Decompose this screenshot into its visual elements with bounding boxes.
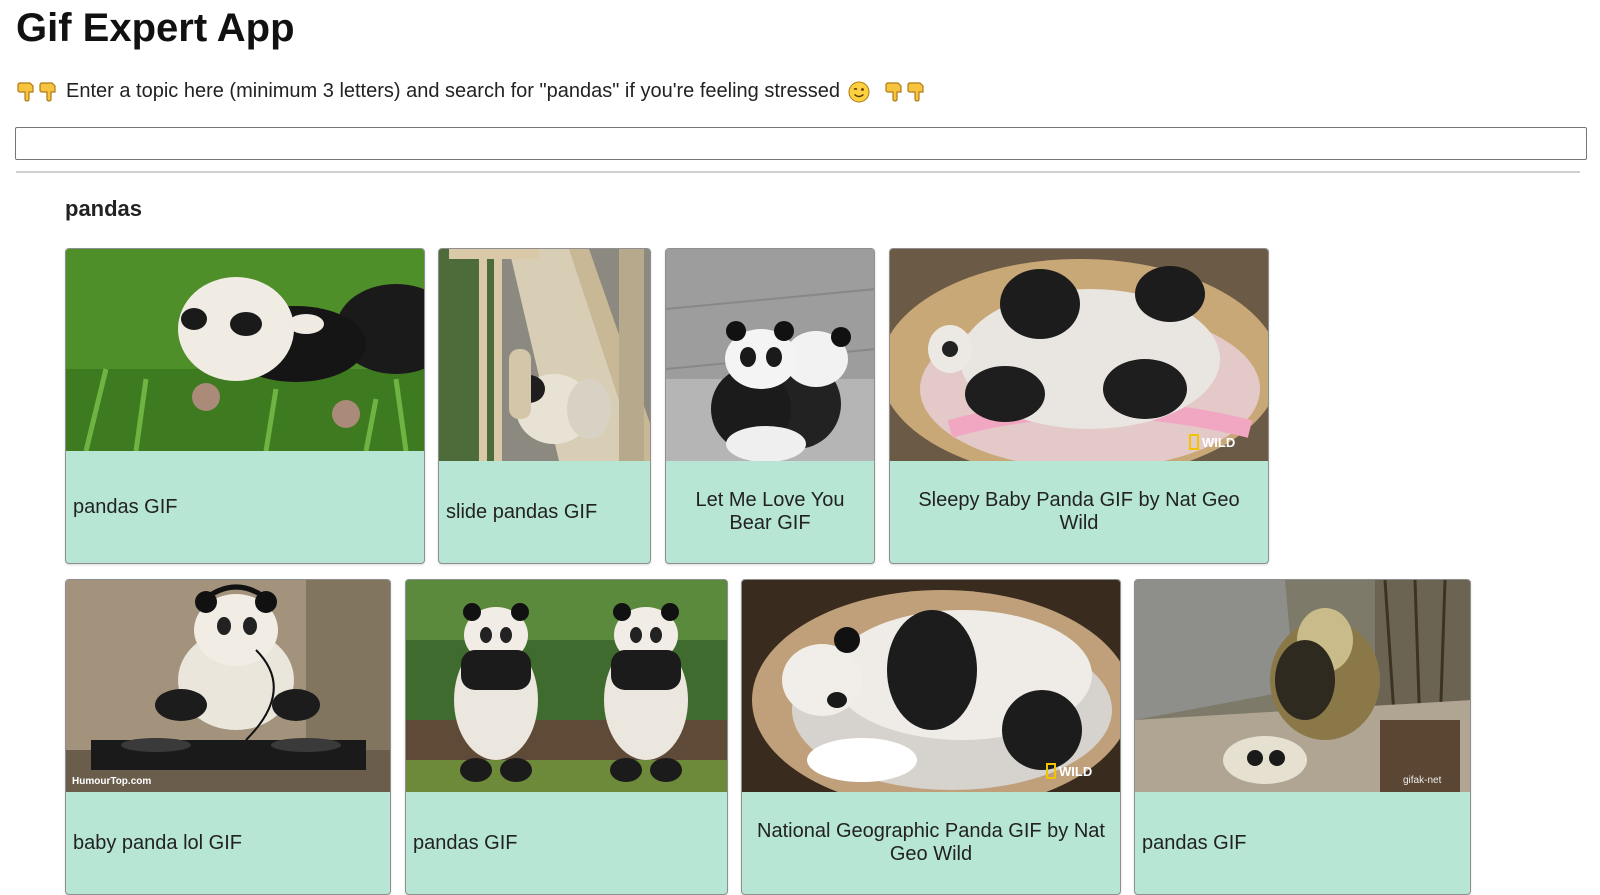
pointing-down-icon [907,81,924,102]
gif-card[interactable]: WILD National Geographic Panda GIF by Na… [741,579,1121,895]
gif-title: slide pandas GIF [446,500,598,523]
gif-image [439,249,650,461]
winking-face-icon [848,81,870,102]
gif-card[interactable]: pandas GIF [405,579,728,895]
gif-image [66,249,424,451]
gif-card[interactable]: pandas GIF [65,248,425,564]
gif-image [406,580,727,792]
gif-title: pandas GIF [413,831,518,854]
category-title: pandas [65,196,143,221]
pointing-down-icon [17,81,34,102]
gif-image: HumourTop.com [66,580,390,792]
search-hint: Enter a topic here (minimum 3 letters) a… [16,80,928,103]
gif-card[interactable]: gifak-net pandas GIF [1134,579,1471,895]
divider [16,171,1580,173]
gif-title: baby panda lol GIF [73,831,242,854]
svg-text:HumourTop.com: HumourTop.com [72,776,151,787]
search-input[interactable] [15,127,1587,160]
gif-image: WILD [742,580,1120,792]
gif-image [666,249,874,461]
gif-card[interactable]: Let Me Love You Bear GIF [665,248,875,564]
gif-card[interactable]: slide pandas GIF [438,248,651,564]
gif-title: pandas GIF [73,495,178,518]
svg-text:WILD: WILD [1202,435,1235,450]
svg-text:WILD: WILD [1059,764,1092,779]
app-title: Gif Expert App [16,6,295,50]
gif-title: pandas GIF [1142,831,1247,854]
gif-title: National Geographic Panda GIF by Nat Geo… [757,820,1105,865]
gif-title: Sleepy Baby Panda GIF by Nat Geo Wild [918,489,1240,534]
svg-text:gifak-net: gifak-net [1403,775,1442,786]
pointing-down-icon [885,81,902,102]
hint-text: Enter a topic here (minimum 3 letters) a… [66,80,840,102]
gif-image: gifak-net [1135,580,1470,792]
pointing-down-icon [39,81,56,102]
gif-card[interactable]: WILD Sleepy Baby Panda GIF by Nat Geo Wi… [889,248,1269,564]
gif-card[interactable]: HumourTop.com baby panda lol GIF [65,579,391,895]
gif-title: Let Me Love You Bear GIF [695,489,845,534]
gif-image: WILD [890,249,1268,461]
